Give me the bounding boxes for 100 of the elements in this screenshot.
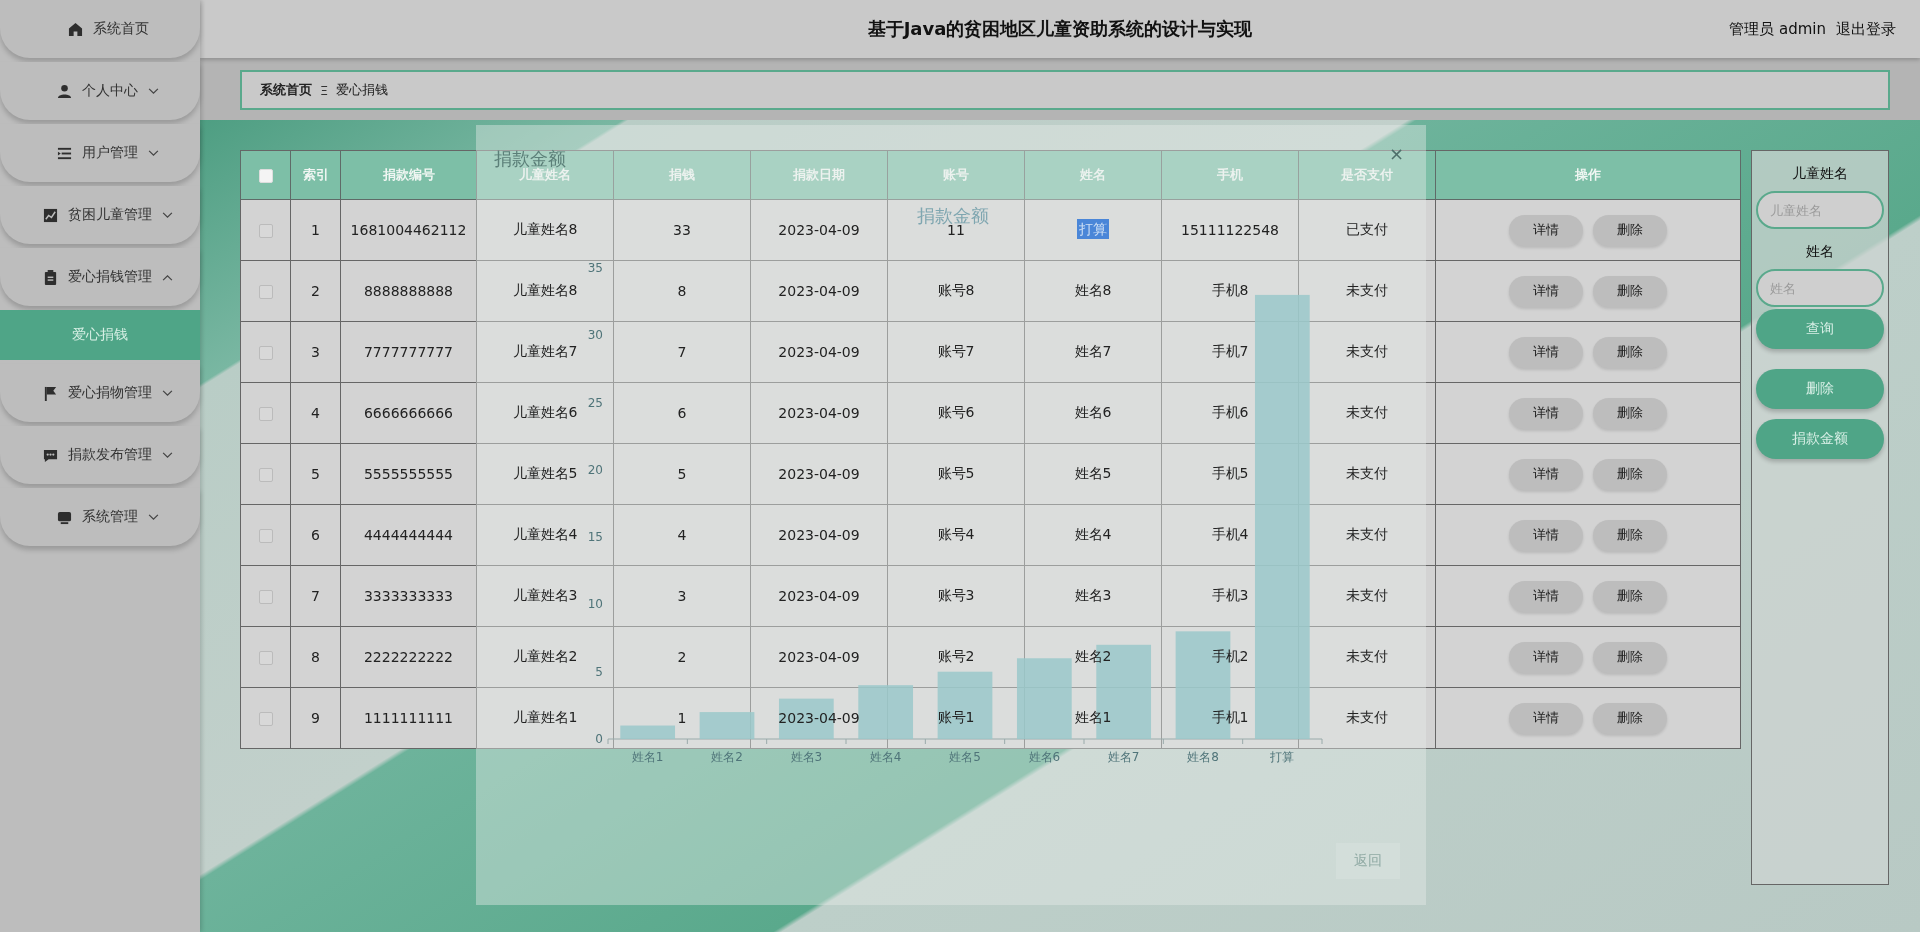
table-cell: 3 bbox=[290, 321, 341, 383]
table-cell: 儿童姓名8 bbox=[476, 199, 614, 261]
x-tick-label: 姓名5 bbox=[949, 750, 981, 764]
column-header: 捐款编号 bbox=[340, 150, 477, 200]
delete-button[interactable]: 删除 bbox=[1593, 275, 1667, 307]
list-icon bbox=[57, 145, 72, 161]
field-label: 儿童姓名 bbox=[1792, 165, 1848, 183]
details-button[interactable]: 详情 bbox=[1509, 641, 1583, 673]
delete-button[interactable]: 删除 bbox=[1593, 336, 1667, 368]
cell-text: 姓名7 bbox=[1073, 342, 1113, 361]
menu-item[interactable]: 捐款发布管理 bbox=[0, 426, 200, 484]
y-tick-label: 10 bbox=[587, 597, 603, 612]
y-tick-label: 20 bbox=[587, 462, 603, 477]
row-checkbox[interactable] bbox=[258, 651, 273, 665]
column-header: 操作 bbox=[1435, 150, 1741, 200]
cell-text: 姓名8 bbox=[1073, 281, 1113, 300]
user-icon bbox=[57, 83, 72, 99]
table-cell: 账号8 bbox=[887, 260, 1025, 322]
page-title: 基于Java的贫困地区儿童资助系统的设计与实现 bbox=[867, 17, 1253, 41]
x-tick-label: 姓名1 bbox=[631, 750, 664, 764]
table-cell: 已支付 bbox=[1298, 199, 1436, 261]
x-tick-label: 姓名7 bbox=[1107, 750, 1140, 764]
x-tick-label: 姓名6 bbox=[1028, 750, 1061, 764]
bar bbox=[699, 712, 755, 739]
delete-button[interactable]: 删除 bbox=[1593, 702, 1667, 734]
cell-text: 姓名5 bbox=[1073, 464, 1113, 483]
table-cell: 账号3 bbox=[887, 565, 1025, 627]
delete-button[interactable]: 删除 bbox=[1593, 397, 1667, 429]
row-checkbox[interactable] bbox=[258, 407, 273, 421]
delete-button[interactable]: 删除 bbox=[1593, 458, 1667, 490]
cell-text: 姓名1 bbox=[1073, 708, 1113, 727]
row-checkbox[interactable] bbox=[258, 346, 273, 360]
table-cell: 2222222222 bbox=[340, 626, 477, 688]
cell-text: 姓名3 bbox=[1073, 586, 1113, 605]
details-button[interactable]: 详情 bbox=[1509, 458, 1583, 490]
table-cell: 8 bbox=[290, 626, 341, 688]
row-checkbox[interactable] bbox=[258, 712, 273, 726]
table-cell: 7777777777 bbox=[340, 321, 477, 383]
table-cell: 2023-04-09 bbox=[750, 199, 888, 261]
column-header: 捐钱 bbox=[613, 150, 751, 200]
table-cell: 2023-04-09 bbox=[750, 504, 888, 566]
table-cell: 5555555555 bbox=[340, 443, 477, 505]
menu-item[interactable]: 用户管理 bbox=[0, 124, 200, 182]
column-header: 姓名 bbox=[1024, 150, 1162, 200]
menu-item[interactable]: 系统管理 bbox=[0, 488, 200, 546]
row-checkbox[interactable] bbox=[258, 468, 273, 482]
row-checkbox[interactable] bbox=[258, 590, 273, 604]
chat-icon bbox=[43, 447, 58, 463]
table-cell: 4 bbox=[290, 382, 341, 444]
details-button[interactable]: 详情 bbox=[1509, 702, 1583, 734]
details-button[interactable]: 详情 bbox=[1509, 214, 1583, 246]
table-cell: 2023-04-09 bbox=[750, 382, 888, 444]
menu-item[interactable]: 个人中心 bbox=[0, 62, 200, 120]
delete-button[interactable]: 删除 bbox=[1593, 580, 1667, 612]
chart-title: 捐款金额 bbox=[917, 205, 989, 226]
x-tick-label: 打算 bbox=[1270, 750, 1295, 764]
menu-item[interactable]: 爱心捐物管理 bbox=[0, 364, 200, 422]
cell-text: 姓名2 bbox=[1073, 647, 1113, 666]
y-tick-label: 25 bbox=[587, 395, 603, 410]
details-button[interactable]: 详情 bbox=[1509, 336, 1583, 368]
user-label: 管理员 admin bbox=[1729, 20, 1826, 39]
x-tick-label: 姓名2 bbox=[711, 750, 743, 764]
table-cell: 7 bbox=[290, 565, 341, 627]
breadcrumb-separator: Ξ bbox=[320, 82, 329, 98]
chart-icon bbox=[43, 207, 58, 223]
cell-text: 姓名4 bbox=[1073, 525, 1113, 544]
table-cell: 1 bbox=[290, 199, 341, 261]
cell-text: 姓名6 bbox=[1073, 403, 1113, 422]
table-cell: 账号7 bbox=[887, 321, 1025, 383]
monitor-icon bbox=[57, 509, 72, 525]
table-cell: 4 bbox=[613, 504, 751, 566]
table-cell: 5 bbox=[290, 443, 341, 505]
row-checkbox[interactable] bbox=[258, 529, 273, 543]
details-button[interactable]: 详情 bbox=[1509, 397, 1583, 429]
table-cell: 2023-04-09 bbox=[750, 443, 888, 505]
delete-button[interactable]: 删除 bbox=[1593, 214, 1667, 246]
breadcrumb-link[interactable]: 系统首页 bbox=[260, 81, 312, 99]
details-button[interactable]: 详情 bbox=[1509, 519, 1583, 551]
table-cell: 33 bbox=[613, 199, 751, 261]
bar bbox=[937, 671, 993, 739]
y-tick-label: 35 bbox=[587, 261, 603, 275]
row-checkbox[interactable] bbox=[258, 224, 273, 238]
menu-item[interactable]: 爱心捐钱管理 bbox=[0, 248, 200, 306]
menu-item[interactable]: 贫困儿童管理 bbox=[0, 186, 200, 244]
details-button[interactable]: 详情 bbox=[1509, 580, 1583, 612]
row-checkbox[interactable] bbox=[258, 285, 273, 299]
details-button[interactable]: 详情 bbox=[1509, 275, 1583, 307]
column-header: 账号 bbox=[887, 150, 1025, 200]
field-label: 姓名 bbox=[1806, 243, 1834, 261]
home-icon bbox=[67, 21, 83, 37]
delete-button[interactable]: 删除 bbox=[1593, 641, 1667, 673]
breadcrumb-link[interactable]: 爱心捐钱 bbox=[336, 81, 389, 99]
flag-icon bbox=[43, 385, 58, 401]
y-tick-label: 15 bbox=[587, 530, 603, 545]
delete-button[interactable]: 删除 bbox=[1593, 519, 1667, 551]
table-cell: 2 bbox=[290, 260, 341, 322]
logout-link[interactable]: 退出登录 bbox=[1836, 20, 1896, 39]
clipboard-icon bbox=[43, 269, 58, 285]
y-tick-label: 5 bbox=[595, 664, 603, 679]
select-all-checkbox[interactable] bbox=[258, 168, 273, 183]
